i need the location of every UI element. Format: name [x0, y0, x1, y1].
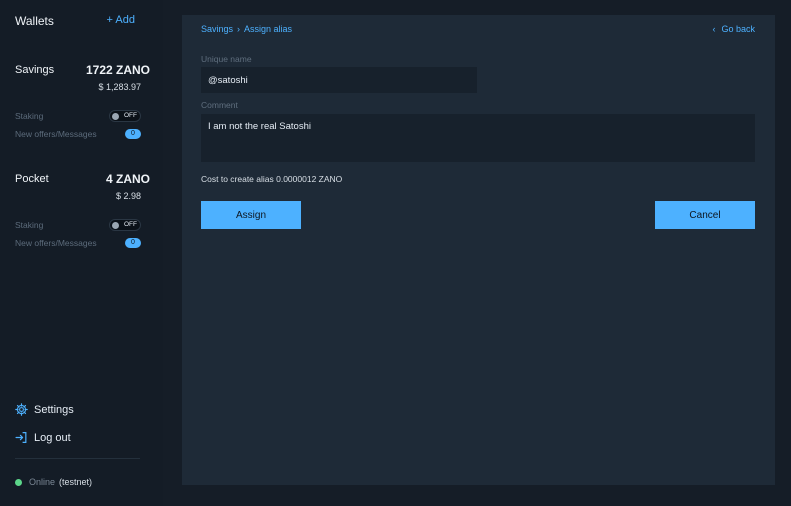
sidebar: Wallets + Add Savings 1722 ZANO $ 1,283.…: [0, 0, 163, 506]
go-back-link[interactable]: ‹ Go back: [712, 24, 755, 34]
gear-icon: [15, 403, 28, 416]
cancel-button[interactable]: Cancel: [655, 201, 755, 229]
messages-label: New offers/Messages: [15, 129, 97, 139]
wallet-balance: 1722 ZANO: [85, 63, 150, 77]
staking-toggle[interactable]: OFF: [109, 219, 141, 231]
messages-count-badge: 0: [125, 238, 141, 248]
online-status-dot: [15, 479, 22, 486]
sidebar-header: Wallets + Add: [15, 14, 136, 30]
settings-label: Settings: [34, 404, 74, 416]
toggle-knob: [112, 113, 119, 120]
toggle-knob: [112, 222, 119, 229]
wallet-item-savings[interactable]: Savings 1722 ZANO $ 1,283.97 Staking OFF…: [15, 63, 151, 144]
unique-name-input[interactable]: [201, 67, 477, 93]
breadcrumb-item-current: Assign alias: [244, 24, 293, 34]
logout-label: Log out: [34, 432, 71, 444]
settings-menu-item[interactable]: Settings: [15, 403, 135, 419]
logout-icon: [15, 432, 27, 443]
unique-name-label: Unique name: [201, 54, 252, 64]
messages-count-badge: 0: [125, 129, 141, 139]
wallet-name: Savings: [15, 64, 55, 76]
wallet-usd-value: $ 2.98: [115, 191, 141, 201]
staking-toggle[interactable]: OFF: [109, 110, 141, 122]
breadcrumb-item-wallet[interactable]: Savings: [201, 24, 233, 34]
add-wallet-button[interactable]: + Add: [107, 14, 135, 26]
logout-menu-item[interactable]: Log out: [15, 431, 135, 447]
chevron-left-icon: ‹: [712, 24, 716, 34]
status-online-text: Online: [29, 477, 56, 487]
assign-alias-panel: Savings › Assign alias ‹ Go back Unique nam…: [182, 15, 775, 485]
network-status: Online (testnet): [15, 477, 135, 489]
breadcrumb: Savings › Assign alias: [201, 24, 292, 34]
toggle-state: OFF: [124, 112, 137, 119]
wallet-item-pocket[interactable]: Pocket 4 ZANO $ 2.98 Staking OFF New off…: [15, 172, 151, 253]
status-network-text: (testnet): [59, 477, 93, 487]
wallet-name: Pocket: [15, 173, 49, 185]
wallet-balance: 4 ZANO: [105, 172, 150, 186]
assign-button[interactable]: Assign: [201, 201, 301, 229]
go-back-label: Go back: [721, 24, 755, 34]
alias-cost-text: Cost to create alias 0.0000012 ZANO: [201, 174, 343, 184]
comment-textarea[interactable]: I am not the real Satoshi: [201, 114, 755, 162]
comment-label: Comment: [201, 100, 238, 110]
toggle-state: OFF: [124, 221, 137, 228]
staking-label: Staking: [15, 220, 44, 230]
wallet-usd-value: $ 1,283.97: [98, 82, 141, 92]
sidebar-divider: [15, 458, 140, 459]
messages-label: New offers/Messages: [15, 238, 97, 248]
staking-label: Staking: [15, 111, 44, 121]
sidebar-title: Wallets: [15, 14, 54, 28]
chevron-right-icon: ›: [237, 24, 241, 34]
